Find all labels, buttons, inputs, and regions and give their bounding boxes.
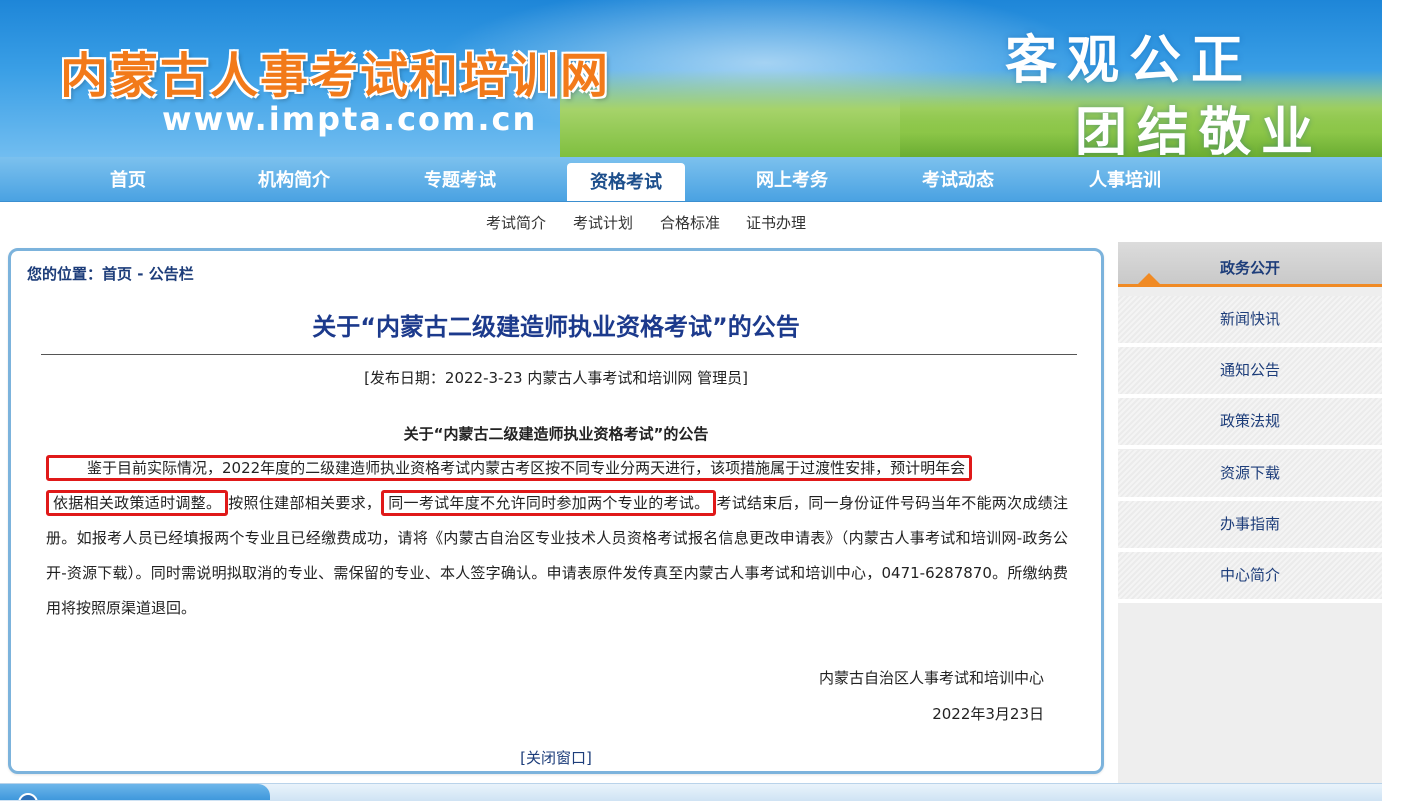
breadcrumb-separator: - [132, 265, 149, 283]
body-text-part-3: 按照住建部相关要求， [228, 494, 382, 512]
subnav-exam-intro[interactable]: 考试简介 [486, 212, 546, 233]
sidebar-item-news[interactable]: 新闻快讯 [1118, 296, 1382, 347]
nav-qualification-exams[interactable]: 资格考试 [567, 163, 685, 201]
article-subtitle: 关于“内蒙古二级建造师执业资格考试”的公告 [403, 425, 709, 443]
subnav-exam-plan[interactable]: 考试计划 [573, 212, 633, 233]
article-panel: 您的位置：首页 - 公告栏 关于“内蒙古二级建造师执业资格考试”的公告 [发布日… [8, 248, 1104, 774]
slogan-line-2: 团结敬业 [1075, 102, 1324, 157]
title-divider [41, 354, 1077, 355]
breadcrumb-prefix: 您的位置： [27, 265, 103, 283]
header-banner: 内蒙古人事考试和培训网 www.impta.com.cn 客观公正 团结敬业 [0, 0, 1382, 157]
article-signature: 内蒙古自治区人事考试和培训中心 [818, 669, 1044, 687]
nav-about[interactable]: 机构简介 [234, 157, 354, 201]
article-date: 2022年3月23日 [932, 705, 1044, 723]
article-body: 鉴于目前实际情况，2022年度的二级建造师执业资格考试内蒙古考区按不同专业分两天… [46, 451, 1068, 626]
breadcrumb-current[interactable]: 公告栏 [149, 265, 194, 283]
nav-online-services[interactable]: 网上考务 [732, 157, 852, 201]
breadcrumb: 您的位置：首页 - 公告栏 [27, 263, 194, 284]
main-nav: 首页 机构简介 专题考试 资格考试 网上考务 考试动态 人事培训 [0, 157, 1382, 202]
body-text-part-2: 依据相关政策适时调整。 [53, 494, 222, 512]
sidebar: 政务公开 新闻快讯 通知公告 政策法规 资源下载 办事指南 中心简介 [1118, 242, 1382, 800]
body-text-part-1: 鉴于目前实际情况，2022年度的二级建造师执业资格考试内蒙古考区按不同专业分两天… [87, 459, 966, 477]
sidebar-item-policies[interactable]: 政策法规 [1118, 398, 1382, 449]
site-url: www.impta.com.cn [162, 100, 538, 138]
article-meta: [发布日期：2022-3-23 内蒙古人事考试和培训网 管理员] [364, 369, 748, 387]
subnav-certificate[interactable]: 证书办理 [746, 212, 806, 233]
triangle-up-icon [1138, 273, 1160, 284]
sidebar-item-guide[interactable]: 办事指南 [1118, 501, 1382, 552]
sub-nav: 考试简介 考试计划 合格标准 证书办理 [0, 202, 1382, 242]
sidebar-header-label: 政务公开 [1219, 259, 1280, 277]
sidebar-item-notices[interactable]: 通知公告 [1118, 347, 1382, 398]
nav-exam-news[interactable]: 考试动态 [898, 157, 1018, 201]
subnav-pass-criteria[interactable]: 合格标准 [660, 212, 720, 233]
nav-home[interactable]: 首页 [68, 157, 188, 201]
page-right-margin [1382, 0, 1414, 800]
nav-hr-training[interactable]: 人事培训 [1065, 157, 1185, 201]
highlight-box-1: 鉴于目前实际情况，2022年度的二级建造师执业资格考试内蒙古考区按不同专业分两天… [46, 455, 973, 481]
article-title: 关于“内蒙古二级建造师执业资格考试”的公告 [312, 313, 800, 341]
highlight-box-3: 同一考试年度不允许同时参加两个专业的考试。 [381, 490, 717, 516]
close-window-link[interactable]: [关闭窗口] [11, 747, 1101, 768]
site-logo-title[interactable]: 内蒙古人事考试和培训网 [60, 36, 610, 106]
sidebar-item-center-intro[interactable]: 中心简介 [1118, 552, 1382, 603]
slogan-line-1: 客观公正 [1005, 30, 1254, 91]
highlight-box-2: 依据相关政策适时调整。 [46, 490, 229, 516]
breadcrumb-home-link[interactable]: 首页 [102, 265, 132, 283]
body-text-part-4: 同一考试年度不允许同时参加两个专业的考试。 [388, 494, 710, 512]
circle-bullet-icon [18, 793, 38, 800]
nav-special-exams[interactable]: 专题考试 [400, 157, 520, 201]
sidebar-item-downloads[interactable]: 资源下载 [1118, 450, 1382, 501]
bottom-section-tab [0, 784, 270, 800]
sidebar-header[interactable]: 政务公开 [1118, 242, 1382, 287]
